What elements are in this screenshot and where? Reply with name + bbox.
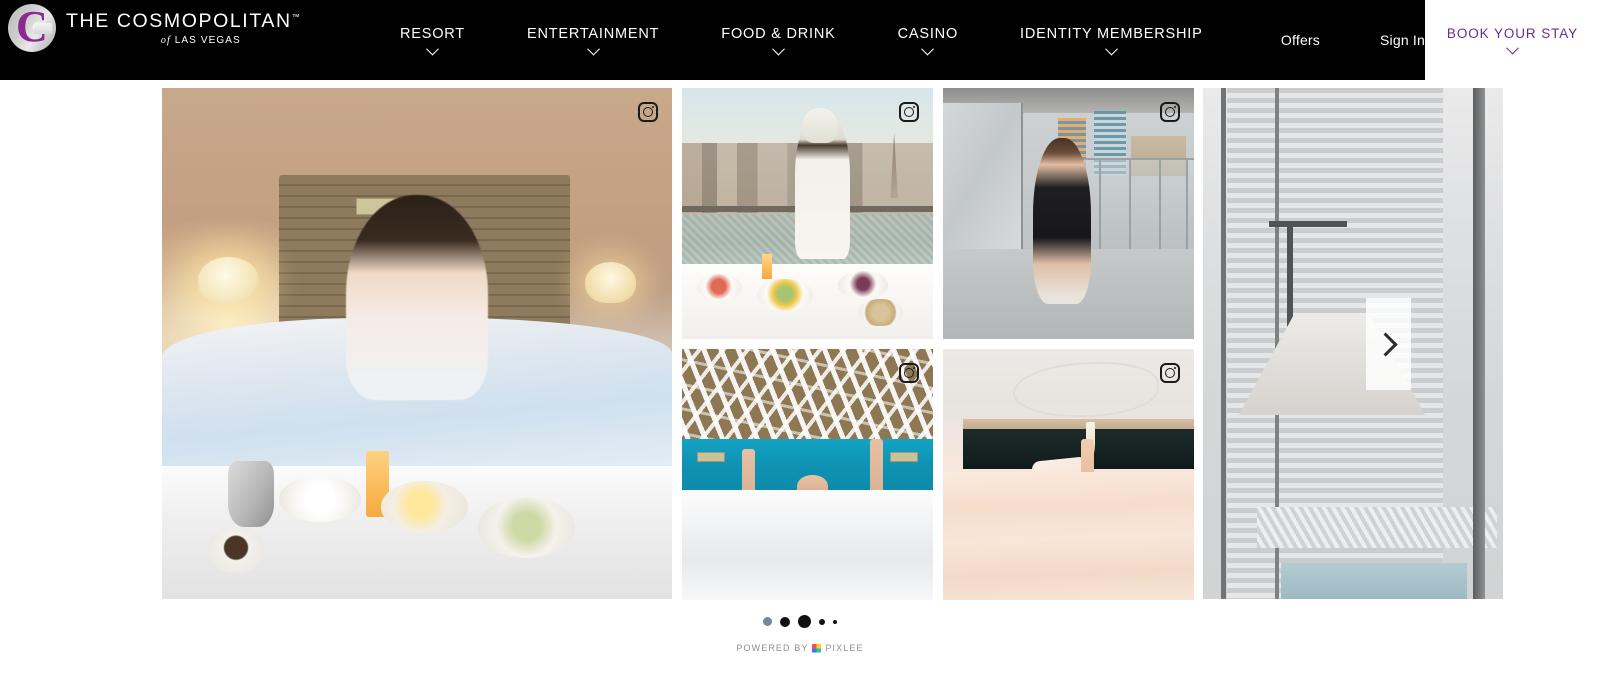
tile-6-photo — [1203, 88, 1503, 599]
logo-title-text: THE COSMOPOLITAN — [66, 9, 292, 32]
carousel-dot-5[interactable] — [833, 619, 837, 624]
sign-in-link[interactable]: Sign In — [1380, 32, 1425, 48]
site-logo[interactable]: THE COSMOPOLITAN™ of LAS VEGAS — [8, 4, 300, 52]
nav-label-food-and-drink: FOOD & DRINK — [721, 25, 836, 42]
ugc-photo-gallery — [0, 80, 1600, 605]
nav-item-identity-membership[interactable]: IDENTITY MEMBERSHIP — [1020, 26, 1203, 55]
powered-by-label: POWERED BY — [736, 643, 809, 653]
chevron-down-icon — [1104, 42, 1118, 55]
nav-label-casino: CASINO — [897, 25, 959, 42]
book-your-stay-label: BOOK YOUR STAY — [1446, 26, 1579, 41]
gallery-tile-6[interactable] — [1203, 88, 1503, 599]
tile-1-photo — [162, 88, 672, 599]
powered-by-pixlee[interactable]: POWERED BY PIXLEE — [0, 643, 1600, 653]
tile-5-photo — [943, 349, 1194, 600]
pixlee-logo-icon — [812, 643, 822, 653]
carousel-pagination — [0, 615, 1600, 628]
carousel-dot-4[interactable] — [819, 618, 825, 625]
carousel-dot-2[interactable] — [780, 616, 790, 627]
logo-trademark: ™ — [291, 12, 300, 22]
gallery-footer: POWERED BY PIXLEE — [0, 605, 1600, 673]
nav-item-entertainment[interactable]: ENTERTAINMENT — [527, 26, 659, 55]
header-utility-links: Offers Sign In — [1281, 0, 1425, 80]
gallery-tile-1[interactable] — [162, 88, 672, 599]
offers-link[interactable]: Offers — [1281, 32, 1320, 48]
instagram-icon — [899, 363, 919, 383]
gallery-tile-3[interactable] — [943, 88, 1194, 339]
tile-4-photo — [682, 349, 933, 600]
chevron-down-icon — [921, 42, 935, 55]
instagram-icon — [1160, 102, 1180, 122]
nav-label-identity-membership: IDENTITY MEMBERSHIP — [1020, 25, 1203, 42]
nav-item-casino[interactable]: CASINO — [898, 26, 958, 55]
site-header: THE COSMOPOLITAN™ of LAS VEGAS RESORT EN… — [0, 0, 1600, 80]
instagram-icon — [638, 102, 658, 122]
gallery-tile-4[interactable] — [682, 349, 933, 600]
instagram-icon — [899, 102, 919, 122]
chevron-down-icon — [426, 42, 439, 55]
logo-title: THE COSMOPOLITAN™ — [66, 9, 300, 32]
logo-subtitle-prefix: of — [160, 35, 171, 47]
nav-label-resort: RESORT — [400, 25, 465, 42]
chevron-down-icon — [772, 42, 785, 55]
nav-label-entertainment: ENTERTAINMENT — [526, 25, 660, 42]
chevron-down-icon — [586, 42, 600, 55]
nav-item-resort[interactable]: RESORT — [400, 26, 465, 55]
tile-3-photo — [943, 88, 1194, 339]
book-your-stay-button[interactable]: BOOK YOUR STAY — [1425, 0, 1600, 80]
tile-2-photo — [682, 88, 933, 339]
gallery-tile-2[interactable] — [682, 88, 933, 339]
cosmopolitan-c-icon — [8, 4, 56, 52]
logo-text: THE COSMOPOLITAN™ of LAS VEGAS — [66, 10, 300, 47]
pixlee-brand-name: PIXLEE — [825, 643, 864, 653]
carousel-dot-3-active[interactable] — [798, 615, 811, 628]
logo-subtitle: of LAS VEGAS — [66, 36, 300, 46]
instagram-icon — [1160, 363, 1180, 383]
chevron-right-icon — [1373, 331, 1398, 357]
nav-item-food-and-drink[interactable]: FOOD & DRINK — [721, 26, 835, 55]
carousel-dot-1[interactable] — [763, 617, 772, 626]
chevron-down-icon — [1506, 41, 1519, 55]
gallery-next-button[interactable] — [1366, 298, 1411, 390]
logo-subtitle-text: LAS VEGAS — [174, 35, 241, 47]
main-navigation: RESORT ENTERTAINMENT FOOD & DRINK CASINO… — [400, 0, 1203, 80]
gallery-tile-5[interactable] — [943, 349, 1194, 600]
